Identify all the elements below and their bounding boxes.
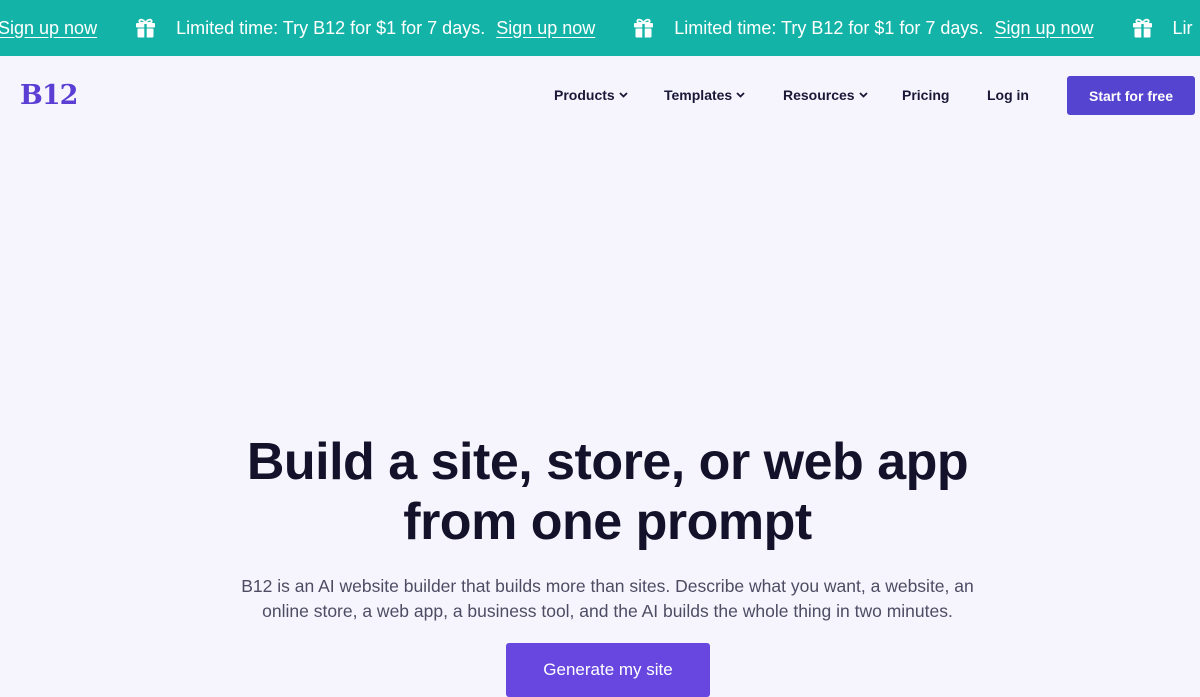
promo-message: Limited time: Try B12 for $1 for 7 days.	[176, 17, 486, 38]
promo-signup-link[interactable]: Sign up now	[994, 18, 1093, 39]
hero-subtitle: B12 is an AI website builder that builds…	[241, 576, 974, 621]
hero-title-line1: Build a site, store, or web app	[246, 433, 969, 491]
promo-signup-link[interactable]: Sign up now	[496, 18, 595, 39]
promo-item: Limited time: Try B12 for $1 for 7 days.…	[97, 0, 595, 56]
promo-signup-link[interactable]: Sign up now	[0, 18, 97, 39]
promo-item: Limited time: Try B12 for $1 for 7 days.…	[595, 0, 1094, 56]
gift-icon	[136, 18, 156, 38]
nav-resources[interactable]: Resources	[783, 87, 868, 103]
nav-label: Products	[554, 87, 615, 103]
promo-item: Sign up now	[0, 0, 97, 56]
gift-icon	[634, 18, 654, 38]
chevron-down-icon	[736, 92, 745, 98]
nav-products[interactable]: Products	[554, 87, 628, 103]
start-for-free-button[interactable]: Start for free	[1067, 76, 1195, 115]
nav-label: Templates	[664, 87, 733, 103]
generate-site-button[interactable]: Generate my site	[506, 643, 710, 697]
nav-label: Resources	[783, 87, 855, 103]
chevron-down-icon	[619, 92, 628, 98]
hero-title-line2: from one prompt	[403, 493, 812, 551]
promo-message: Limited time: Try B12 for $1 for 7 days.	[674, 17, 984, 38]
promo-item: Lir	[1094, 0, 1200, 56]
nav-login[interactable]: Log in	[987, 87, 1029, 103]
hero-title: Build a site, store, or web app from one…	[0, 432, 1200, 552]
nav-label: Pricing	[902, 87, 950, 103]
chevron-down-icon	[858, 92, 868, 98]
promo-banner: Sign up now Limited time: Try B12 for $1…	[0, 0, 1200, 56]
nav-pricing[interactable]: Pricing	[902, 87, 949, 103]
nav-templates[interactable]: Templates	[664, 87, 745, 103]
promo-message-partial: Lir	[1172, 17, 1193, 38]
main-nav: Products Templates Resources Pricing Log…	[0, 56, 1200, 136]
gift-icon	[1132, 18, 1152, 38]
nav-label: Log in	[987, 87, 1029, 103]
generate-site-label: Generate my site	[543, 660, 673, 679]
site-header: B12 Products Templates Resources Pricing…	[0, 56, 1200, 136]
promo-track: Sign up now Limited time: Try B12 for $1…	[0, 0, 1200, 56]
